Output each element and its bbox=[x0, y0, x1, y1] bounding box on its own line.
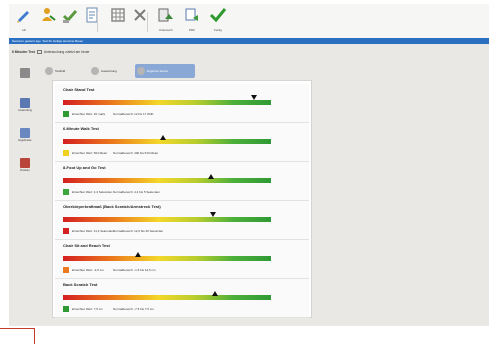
achieved-value: Erreichter Wert: 4,3 Sekunden bbox=[72, 190, 113, 194]
document-button[interactable] bbox=[79, 6, 105, 38]
achieved-value: Erreichter Wert: 20 mal/s bbox=[72, 112, 106, 116]
gauge-marker-icon bbox=[134, 252, 141, 257]
test-title: Chair Stand Test bbox=[63, 87, 95, 92]
grid-icon bbox=[109, 6, 127, 24]
tab-label: Testbild bbox=[55, 69, 66, 73]
app-window: Hil Untersuch. PDF Fertig Senioren gestern … bbox=[0, 0, 489, 344]
test-title: 6-Minute Walk Test bbox=[63, 126, 99, 131]
test-title: Chair Sit and Reach Test bbox=[63, 243, 110, 248]
status-swatch bbox=[63, 189, 69, 195]
test-title: Oberkörperkraftmaß (Back Scratch/Armstre… bbox=[63, 204, 161, 209]
toolbar-button-label: Fertig bbox=[214, 28, 222, 32]
print-icon bbox=[20, 158, 30, 168]
reference-range: Normalbereich: 400 bis 510 Meter bbox=[113, 151, 159, 155]
assessment-icon bbox=[157, 6, 175, 24]
status-swatch bbox=[63, 228, 69, 234]
performance-gauge bbox=[63, 252, 271, 261]
performance-gauge bbox=[63, 174, 271, 183]
achieved-value: Erreichter Wert: -4,5 cm bbox=[72, 268, 104, 272]
test-result-row: Chair Stand Test Erreichter Wert: 20 mal/… bbox=[55, 84, 309, 123]
test-result-row: 8-Foot Up and Go Test Erreichter Wert: 4,… bbox=[55, 162, 309, 201]
sidebar-item-print[interactable]: Drucken bbox=[13, 156, 37, 176]
export-button[interactable]: PDF bbox=[179, 6, 205, 38]
test-result-row: Back Scratch Test Erreichter Wert: 7,5 cm… bbox=[55, 279, 309, 318]
sidebar-item-label: Anwendung bbox=[18, 109, 32, 112]
status-swatch bbox=[63, 150, 69, 156]
record-bar: 6 Minuten Test Untersuchung zuletzt am h… bbox=[12, 47, 89, 57]
toolbar: Hil Untersuch. PDF Fertig bbox=[9, 4, 489, 40]
patient-icon bbox=[39, 6, 57, 24]
patient-icon bbox=[20, 68, 30, 78]
performance-gauge bbox=[63, 291, 271, 300]
select-icon bbox=[61, 6, 79, 24]
edit-pencil-button[interactable]: Hil bbox=[11, 6, 37, 38]
gauge-marker-icon bbox=[211, 291, 218, 296]
tab-label: Auswertung bbox=[101, 69, 117, 73]
edit-pencil-icon bbox=[15, 6, 33, 24]
gauge-marker-icon bbox=[159, 135, 166, 140]
performance-gauge bbox=[63, 212, 271, 222]
test-title: 8-Foot Up and Go Test bbox=[63, 165, 106, 170]
doc-icon bbox=[137, 67, 145, 75]
confirm-check-icon bbox=[209, 6, 227, 24]
assessment-button[interactable]: Untersuch. bbox=[153, 6, 179, 38]
record-icon[interactable] bbox=[36, 50, 42, 55]
tab-label: Ergebnis Senior bbox=[147, 69, 169, 73]
status-swatch bbox=[63, 306, 69, 312]
sidebar-item-results[interactable]: Ergebnisse bbox=[13, 126, 37, 146]
status-swatch bbox=[63, 267, 69, 273]
decorative-red-line-vertical bbox=[34, 328, 35, 344]
gauge-marker-icon bbox=[251, 95, 258, 100]
gauge-marker-icon bbox=[209, 212, 216, 217]
sidebar-item-patient[interactable] bbox=[13, 66, 37, 86]
tab-chart[interactable]: Auswertung bbox=[89, 64, 133, 78]
export-icon bbox=[183, 6, 201, 24]
achieved-value: Erreichter Wert: 504 Meter bbox=[72, 151, 108, 155]
sidebar-item-assessment[interactable]: Anwendung bbox=[13, 96, 37, 116]
document-icon bbox=[83, 6, 101, 24]
reference-range: Normalbereich: 12 bis 17 Wdh. bbox=[113, 112, 155, 116]
gauge-marker-icon bbox=[207, 174, 214, 179]
decorative-red-line bbox=[0, 328, 34, 329]
test-result-row: 6-Minute Walk Test Erreichter Wert: 504 M… bbox=[55, 123, 309, 162]
reference-range: Normalbereich: -7,5 bis 7,5 cm bbox=[113, 307, 154, 311]
results-icon bbox=[20, 128, 30, 138]
test-title: Back Scratch Test bbox=[63, 282, 98, 287]
sidebar-item-label: Ergebnisse bbox=[18, 139, 32, 142]
confirm-check-button[interactable]: Fertig bbox=[205, 6, 231, 38]
reference-range: Normalbereich: 12,6 bis 20 Sekunden bbox=[113, 229, 164, 233]
achieved-value: Erreichter Wert: 7,5 cm bbox=[72, 307, 103, 311]
test-result-row: Chair Sit and Reach Test Erreichter Wert:… bbox=[55, 240, 309, 279]
person-icon bbox=[45, 67, 53, 75]
achieved-value: Erreichter Wert: 11,4 Sekunden bbox=[72, 229, 114, 233]
tab-doc[interactable]: Ergebnis Senior bbox=[135, 64, 195, 78]
results-panel: Chair Stand Test Erreichter Wert: 20 mal/… bbox=[52, 80, 312, 318]
status-swatch bbox=[63, 111, 69, 117]
record-label: 6 Minuten Test bbox=[12, 50, 35, 54]
assessment-icon bbox=[20, 98, 30, 108]
performance-gauge bbox=[63, 95, 271, 105]
tab-person[interactable]: Testbild bbox=[43, 64, 87, 78]
reference-range: Normalbereich: -1,5 bis 12,5 cm bbox=[113, 268, 156, 272]
test-result-row: Oberkörperkraftmaß (Back Scratch/Armstre… bbox=[55, 201, 309, 240]
chart-icon bbox=[91, 67, 99, 75]
sidebar-item-label: Drucken bbox=[20, 169, 30, 172]
sidebar: Anwendung Ergebnisse Drucken bbox=[13, 66, 37, 216]
reference-range: Normalbereich: 4,4 bis 5 Sekunden bbox=[113, 190, 160, 194]
performance-gauge bbox=[63, 135, 271, 144]
record-subtitle: Untersuchung zuletzt am heute bbox=[43, 50, 90, 54]
toolbar-separator bbox=[97, 12, 98, 32]
close-button[interactable] bbox=[127, 6, 153, 38]
toolbar-separator bbox=[147, 12, 148, 32]
